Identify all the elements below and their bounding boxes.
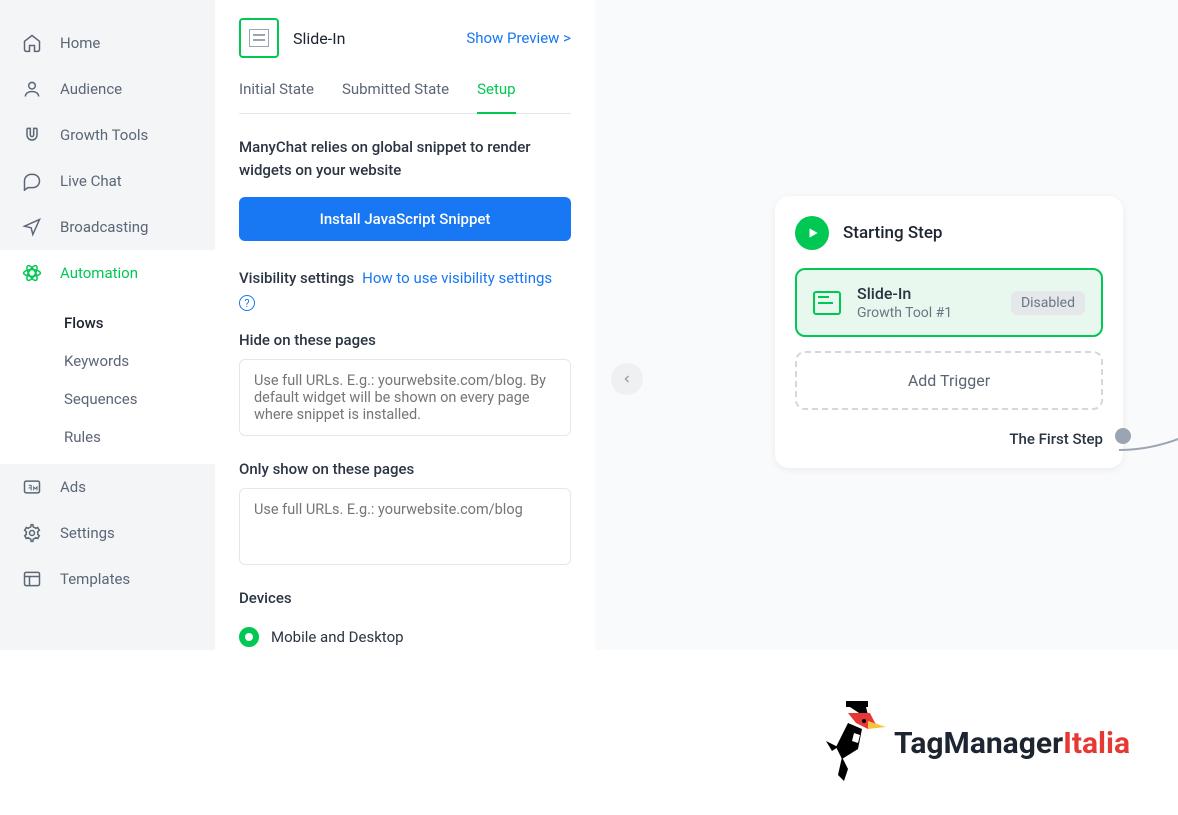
panel-title: Slide-In [293,29,345,48]
magnet-icon [22,125,42,145]
tab-submitted-state[interactable]: Submitted State [342,80,449,113]
nav-home[interactable]: Home [0,20,215,66]
logo: TagManagerItalia [818,699,1130,787]
nav-label: Templates [60,570,130,588]
nav-sub-flows[interactable]: Flows [0,304,215,342]
nav-settings[interactable]: Settings [0,510,215,556]
snippet-description: ManyChat relies on global snippet to ren… [239,136,571,181]
trigger-slidein[interactable]: Slide-In Growth Tool #1 Disabled [795,268,1103,337]
nav-templates[interactable]: Templates [0,556,215,602]
nav-sub-keywords[interactable]: Keywords [0,342,215,380]
status-badge: Disabled [1011,291,1085,315]
show-pages-label: Only show on these pages [239,460,571,478]
send-icon [22,217,42,237]
nav-subitems: Flows Keywords Sequences Rules [0,296,215,464]
user-icon [22,79,42,99]
radio-label: Mobile and Desktop [271,628,404,646]
tabs: Initial State Submitted State Setup [239,80,571,114]
templates-icon [22,569,42,589]
nav-live-chat[interactable]: Live Chat [0,158,215,204]
starting-step-node[interactable]: Starting Step Slide-In Growth Tool #1 Di… [775,196,1123,468]
nav-growth-tools[interactable]: Growth Tools [0,112,215,158]
nav-label: Broadcasting [60,218,148,236]
hide-pages-input[interactable] [239,359,571,436]
collapse-panel-button[interactable] [611,363,643,395]
slidein-trigger-icon [813,291,841,315]
config-panel: Slide-In Show Preview > Initial State Su… [215,0,595,650]
trigger-subtitle: Growth Tool #1 [857,305,995,321]
first-step-label: The First Step [795,430,1103,448]
show-pages-input[interactable] [239,488,571,565]
radio-mobile-desktop[interactable]: Mobile and Desktop [239,621,571,650]
connector-line [1119,430,1178,470]
nav-label: Audience [60,80,122,98]
gear-icon [22,523,42,543]
slidein-icon [239,18,279,58]
nav-automation[interactable]: Automation [0,250,215,296]
nav-label: Growth Tools [60,126,148,144]
tab-setup[interactable]: Setup [477,80,515,114]
trigger-title: Slide-In [857,284,995,303]
nav-label: Settings [60,524,115,542]
play-icon [795,216,829,250]
nav-label: Ads [60,478,86,496]
nav-audience[interactable]: Audience [0,66,215,112]
nav-sub-rules[interactable]: Rules [0,418,215,456]
atom-icon [22,263,42,283]
nav-label: Home [60,34,100,52]
chat-icon [22,171,42,191]
help-icon[interactable]: ? [239,295,255,311]
nav-label: Automation [60,264,138,282]
nav-sub-sequences[interactable]: Sequences [0,380,215,418]
ads-icon [22,477,42,497]
sidebar: Home Audience Growth Tools Live Chat Bro… [0,0,215,650]
visibility-link[interactable]: How to use visibility settings [362,269,552,287]
devices-label: Devices [239,589,571,607]
hide-pages-label: Hide on these pages [239,331,571,349]
nav-label: Live Chat [60,172,122,190]
visibility-title: Visibility settings [239,269,354,287]
woodpecker-icon [818,699,888,787]
node-title: Starting Step [843,223,942,243]
add-trigger-button[interactable]: Add Trigger [795,351,1103,410]
nav-ads[interactable]: Ads [0,464,215,510]
flow-canvas[interactable]: Starting Step Slide-In Growth Tool #1 Di… [595,0,1178,650]
install-snippet-button[interactable]: Install JavaScript Snippet [239,197,571,241]
show-preview-link[interactable]: Show Preview > [466,29,571,47]
home-icon [22,33,42,53]
logo-text: TagManagerItalia [894,726,1130,761]
radio-icon [239,627,259,647]
tab-initial-state[interactable]: Initial State [239,80,314,113]
nav-broadcasting[interactable]: Broadcasting [0,204,215,250]
